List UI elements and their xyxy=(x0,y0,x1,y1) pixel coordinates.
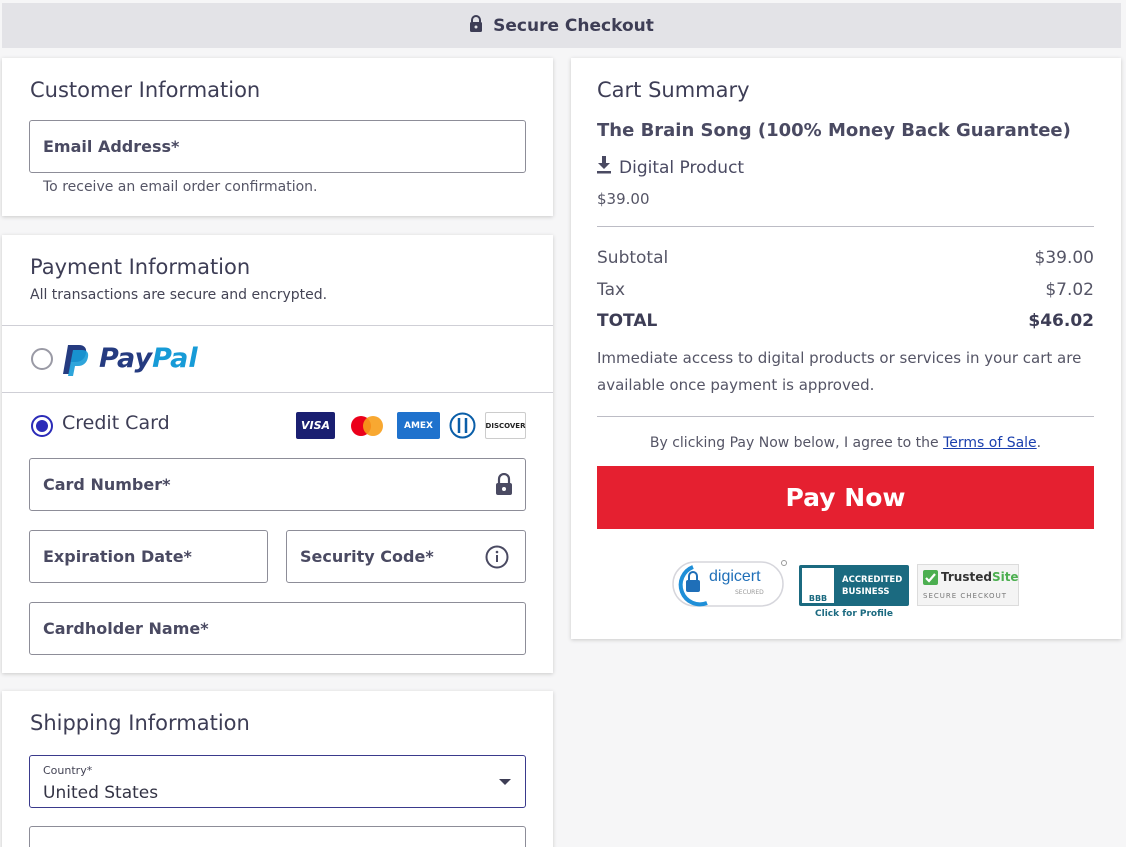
agreement-prefix: By clicking Pay Now below, I agree to th… xyxy=(649,435,944,451)
digicert-sub: SECURED xyxy=(735,589,764,596)
tax-value: $7.02 xyxy=(1045,280,1094,300)
shipping-section-title: Shipping Information xyxy=(30,711,250,735)
trustedsite-badge[interactable]: TrustedSite SECURE CHECKOUT xyxy=(917,564,1019,606)
credit-card-label[interactable]: Credit Card xyxy=(62,412,170,434)
cart-summary-title: Cart Summary xyxy=(597,78,750,102)
diners-logo xyxy=(448,412,477,439)
paypal-wordmark[interactable]: PayPal xyxy=(99,343,198,374)
paypal-wordmark-pal: Pal xyxy=(152,343,198,374)
product-type-label: Digital Product xyxy=(619,157,745,178)
security-code-label: Security Code* xyxy=(300,547,434,566)
pay-now-button[interactable]: Pay Now xyxy=(597,466,1094,529)
visa-text: VISA xyxy=(300,419,331,432)
total-label: TOTAL xyxy=(597,311,658,331)
bbb-torch-logo: BBB xyxy=(802,568,834,603)
subtotal-row: Subtotal $39.00 xyxy=(597,248,1094,268)
mastercard-logo xyxy=(346,412,388,439)
tax-label: Tax xyxy=(597,280,626,300)
paypal-wordmark-pay: Pay xyxy=(99,343,153,374)
chevron-down-icon xyxy=(499,779,511,785)
cart-summary-section: Cart Summary The Brain Song (100% Money … xyxy=(571,58,1121,639)
next-shipping-field[interactable] xyxy=(29,826,526,847)
trustedsite-sub: SECURE CHECKOUT xyxy=(923,592,1007,600)
cardholder-name-field[interactable]: Cardholder Name* xyxy=(29,602,526,655)
payment-subtitle: All transactions are secure and encrypte… xyxy=(30,287,328,303)
trustedsite-part1: Trusted xyxy=(941,570,992,584)
divider xyxy=(597,226,1094,227)
country-select[interactable]: Country* United States xyxy=(29,755,526,808)
discover-text: DISCOVER xyxy=(485,421,526,430)
email-field[interactable]: Email Address* xyxy=(29,120,526,173)
bbb-badge[interactable]: BBB ACCREDITED BUSINESS Click for Profil… xyxy=(799,565,911,623)
bbb-mark: BBB xyxy=(808,594,828,603)
product-price: $39.00 xyxy=(597,190,650,208)
discover-logo: DISCOVER xyxy=(485,412,526,439)
header-title: Secure Checkout xyxy=(493,15,654,36)
subtotal-value: $39.00 xyxy=(1034,248,1094,268)
product-name: The Brain Song (100% Money Back Guarante… xyxy=(597,120,1071,141)
paypal-radio[interactable] xyxy=(31,348,53,370)
agreement-suffix: . xyxy=(1036,435,1042,451)
trustedsite-part2: Site xyxy=(991,570,1019,584)
paypal-logo xyxy=(62,344,92,380)
secure-checkout-header: Secure Checkout xyxy=(2,3,1121,48)
visa-logo: VISA xyxy=(296,412,335,439)
bbb-profile-link[interactable]: Click for Profile xyxy=(815,609,893,619)
country-select-value: United States xyxy=(43,783,159,803)
total-row: TOTAL $46.02 xyxy=(597,311,1094,331)
shipping-information-section: Shipping Information Country* United Sta… xyxy=(2,691,553,847)
email-helper-text: To receive an email order confirmation. xyxy=(43,179,318,195)
divider xyxy=(597,416,1094,417)
digicert-badge[interactable]: digicert SECURED xyxy=(671,558,787,610)
email-field-label: Email Address* xyxy=(43,137,180,156)
payment-section-title: Payment Information xyxy=(30,255,251,279)
info-icon[interactable] xyxy=(485,545,509,573)
trustedsite-wordmark: TrustedSite xyxy=(941,570,1019,584)
access-note: Immediate access to digital products or … xyxy=(597,349,1082,394)
terms-of-sale-link[interactable]: Terms of Sale xyxy=(943,435,1037,451)
digicert-name: digicert xyxy=(709,568,761,585)
customer-section-title: Customer Information xyxy=(30,78,261,102)
security-code-field[interactable]: Security Code* xyxy=(286,530,526,583)
divider xyxy=(2,325,553,326)
checkmark-icon xyxy=(923,570,938,585)
bbb-badge-box: BBB ACCREDITED BUSINESS xyxy=(799,565,909,606)
card-number-label: Card Number* xyxy=(43,475,171,494)
card-number-field[interactable]: Card Number* xyxy=(29,458,526,511)
country-select-label: Country* xyxy=(43,764,93,777)
total-value: $46.02 xyxy=(1028,311,1094,331)
divider xyxy=(2,392,553,393)
download-icon xyxy=(597,156,611,179)
bbb-business: BUSINESS xyxy=(842,587,890,597)
expiration-date-field[interactable]: Expiration Date* xyxy=(29,530,268,583)
payment-information-section: Payment Information All transactions are… xyxy=(2,235,553,673)
product-type: Digital Product xyxy=(597,156,744,179)
lock-icon xyxy=(469,15,483,36)
amex-logo: AMEX xyxy=(397,412,440,439)
cardholder-name-label: Cardholder Name* xyxy=(43,619,209,638)
tax-row: Tax $7.02 xyxy=(597,280,1094,300)
bbb-accredited: ACCREDITED xyxy=(842,575,903,585)
lock-icon xyxy=(495,472,513,500)
agreement-text: By clicking Pay Now below, I agree to th… xyxy=(597,435,1094,451)
subtotal-label: Subtotal xyxy=(597,248,669,268)
expiration-date-label: Expiration Date* xyxy=(43,547,192,566)
customer-information-section: Customer Information Email Address* To r… xyxy=(2,58,553,216)
amex-text: AMEX xyxy=(403,420,433,431)
credit-card-radio[interactable] xyxy=(31,415,53,437)
